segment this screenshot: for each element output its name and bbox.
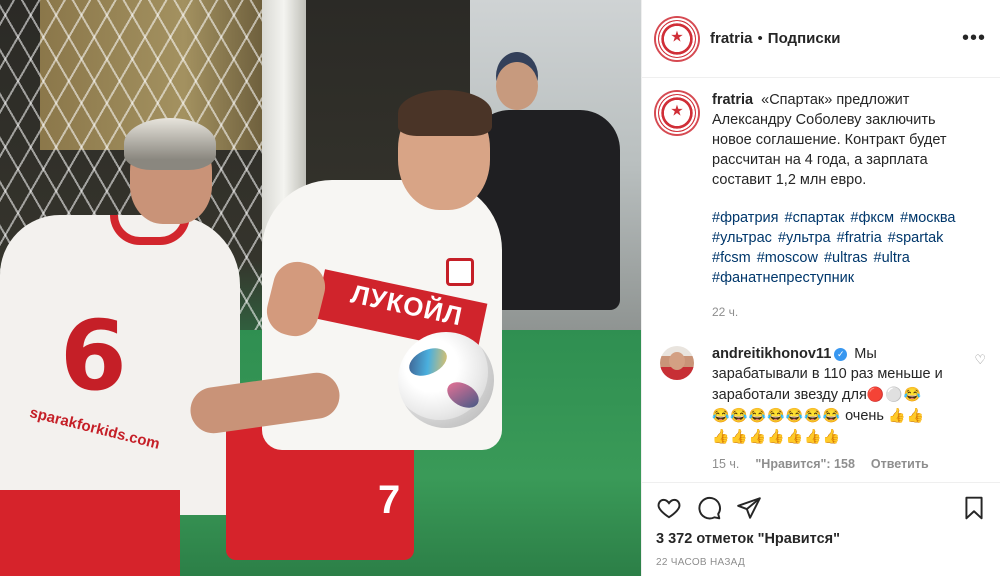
hashtag[interactable]: #ультрас [712,230,772,246]
hashtag[interactable]: #ultra [874,250,910,266]
verified-badge-icon: ✓ [834,348,848,361]
player-left-hair [124,118,216,170]
hashtag[interactable]: #спартак [785,210,845,226]
header-username[interactable]: fratria [710,30,753,47]
caption-avatar[interactable]: ★ [656,92,698,134]
hashtag-list: #фратрия #спартак #фксм #москва #ультрас… [712,208,977,288]
reply-button[interactable]: Ответить [871,457,929,471]
comment-time[interactable]: 15 ч. [712,457,739,471]
fratria-avatar[interactable]: ★ [656,17,698,60]
action-bar [656,493,987,523]
comment-emoji-line: 😂😂😂😂😂😂😂 [712,407,842,423]
comment-text-2: очень [845,408,884,424]
share-icon[interactable] [736,495,762,521]
hashtag[interactable]: #spartak [888,230,944,246]
player-right-shorts-number: 7 [378,478,401,522]
star-icon: ★ [670,102,684,120]
player-right-hair [398,90,492,136]
hashtag[interactable]: #fratria [837,230,882,246]
caption-time[interactable]: 22 ч. [712,302,977,322]
comment-emoji-inline: 🔴⚪😂 [866,386,923,402]
player-left-number: 6 [60,300,127,412]
heart-icon[interactable] [656,495,682,521]
comment-emoji-thumbs: 👍👍 [888,407,925,423]
post-header: ★ fratria • Подписки ••• [642,0,1000,78]
post-actions-area: 3 372 отметок "Нравится" 22 ЧАСОВ НАЗАД [642,482,1000,568]
hashtag[interactable]: #фксм [850,210,894,226]
hashtag[interactable]: #ultras [824,250,868,266]
hashtag[interactable]: #фратрия [712,210,778,226]
hashtag[interactable]: #moscow [757,250,818,266]
post-caption: ★ fratria «Спартак» предложит Александру… [642,78,1000,322]
comment-likes[interactable]: "Нравится": 158 [755,457,855,471]
football [398,332,494,428]
hashtag[interactable]: #фанатнепреступник [712,270,854,286]
player-left-shorts [0,490,180,576]
comment-author[interactable]: andreitikhonov11 [712,346,831,362]
header-separator: • [757,30,763,47]
hashtag[interactable]: #москва [900,210,955,226]
post-side-panel: ★ fratria • Подписки ••• ★ fratria «Спар… [641,0,1000,576]
comment-meta: 15 ч. "Нравится": 158 Ответить [712,457,1000,471]
spectator-head [496,62,538,110]
comment-emoji-thumbs-row: 👍👍👍👍👍👍👍 [712,428,842,444]
commenter-avatar[interactable] [660,346,694,380]
post-date[interactable]: 22 ЧАСОВ НАЗАД [656,557,987,568]
more-icon[interactable]: ••• [962,27,986,50]
hashtag[interactable]: #ультра [778,230,831,246]
comment-icon[interactable] [696,495,722,521]
star-icon: ★ [670,28,684,46]
club-badge [446,258,474,286]
caption-author[interactable]: fratria [712,92,753,108]
comment: andreitikhonov11 ✓ Мы зарабатывали в 110 … [642,322,1000,447]
hashtag[interactable]: #fcsm [712,250,751,266]
bookmark-icon[interactable] [961,495,987,521]
likes-count[interactable]: 3 372 отметок "Нравится" [656,531,987,547]
post-photo[interactable]: 6 sparakforkids.com 7 ЛУКОЙЛ [0,0,641,576]
comment-like-heart-icon[interactable]: ♡ [974,352,986,368]
following-button[interactable]: Подписки [768,30,841,47]
